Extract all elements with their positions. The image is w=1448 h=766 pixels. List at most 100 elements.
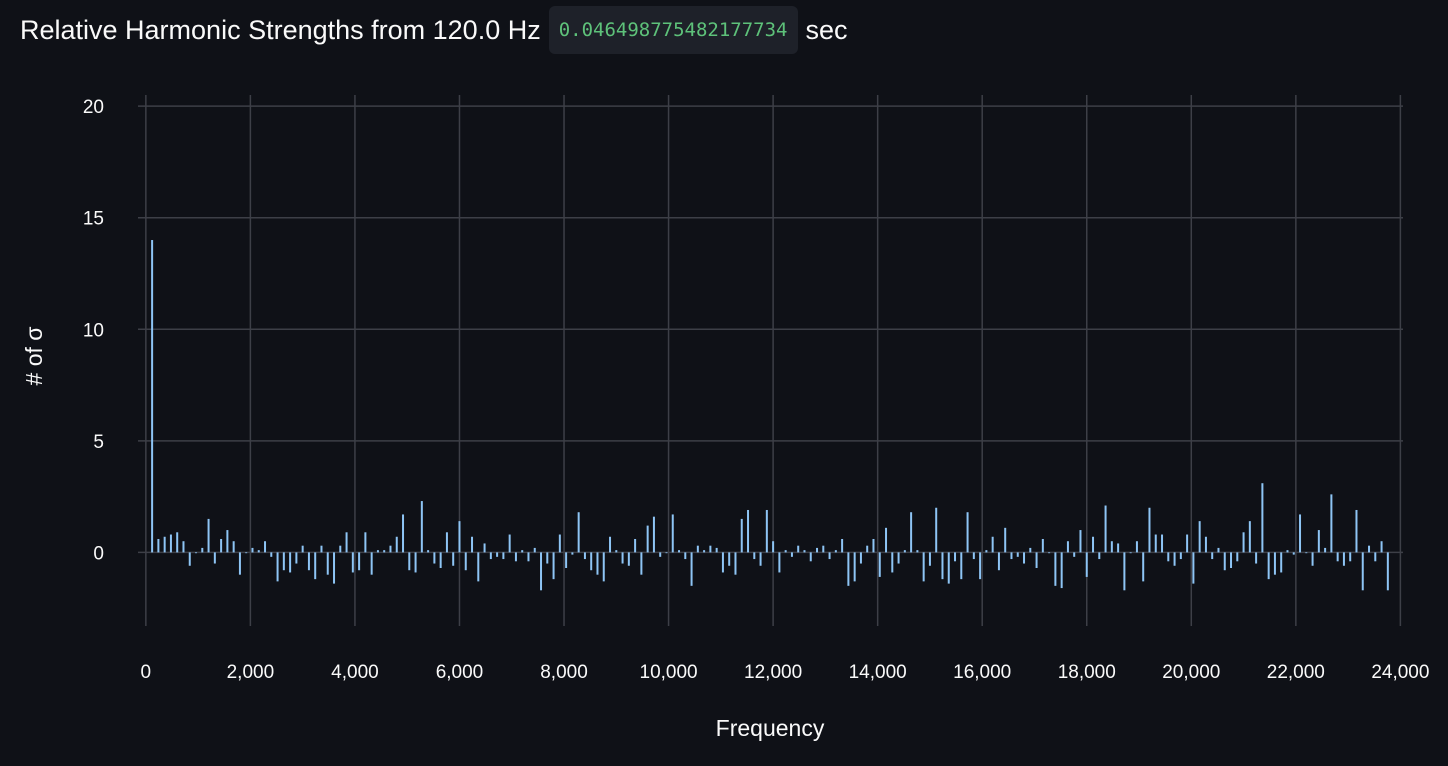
harmonic-bar [326,552,329,575]
harmonic-bar [207,518,210,553]
harmonic-bar [427,550,430,553]
harmonic-bar [514,552,517,562]
harmonic-bar [991,536,994,553]
harmonic-bar [784,550,787,553]
harmonic-bar [1192,552,1195,584]
harmonic-bar [1048,552,1051,554]
harmonic-bar [546,552,549,564]
x-axis-label: Frequency [716,715,825,741]
harmonic-bar [276,552,279,582]
harmonic-bar [1060,552,1063,589]
harmonic-bar [646,525,649,553]
harmonic-bar [903,550,906,553]
harmonic-bar [853,552,856,582]
x-tick-label: 12,000 [744,662,802,683]
harmonic-bar [1336,552,1339,562]
harmonic-bar [1292,552,1295,555]
harmonic-bar [320,545,323,553]
harmonic-bar [383,550,386,553]
x-tick-label: 2,000 [227,662,275,683]
harmonic-bar [1349,552,1352,562]
harmonic-bar [997,552,1000,571]
y-tick-label: 15 [83,209,104,230]
harmonic-bar [621,552,624,564]
harmonic-bar [1148,507,1151,553]
harmonic-bar [609,536,612,553]
harmonic-bar [690,552,693,586]
harmonic-bar [652,516,655,553]
harmonic-bar [954,552,957,562]
harmonic-bar [790,552,793,557]
harmonic-bar [640,552,643,575]
x-tick-label: 16,000 [953,662,1011,683]
harmonic-bar [270,552,273,557]
harmonic-bar [1161,534,1164,553]
y-tick-labels: 0 5 10 15 20 [83,97,104,564]
y-tick-label: 20 [83,97,104,118]
harmonic-bar [1110,541,1113,553]
x-tick-label: 6,000 [436,662,484,683]
harmonic-bar [834,550,837,553]
harmonic-bar [866,545,869,553]
harmonic-bar [753,552,756,560]
harmonic-bar [872,538,875,553]
harmonic-bar [376,550,379,553]
harmonic-bar [1179,552,1182,560]
harmonic-bar [910,512,913,553]
harmonic-bar [245,552,248,554]
harmonic-bar [960,552,963,580]
harmonic-bar [558,534,561,553]
harmonic-bar [1167,552,1170,562]
y-tick-label: 10 [83,320,104,341]
harmonic-bar [414,552,417,573]
harmonic-bar [740,518,743,553]
x-tick-label: 8,000 [540,662,588,683]
harmonic-bar [922,552,925,582]
harmonic-bar-chart: 0 5 10 15 20 0 2,000 4,000 6,000 8,000 10,000 12,0… [21,95,1429,741]
harmonic-bar [483,543,486,553]
harmonic-bar [1198,521,1201,553]
harmonic-bar [878,552,881,577]
harmonic-bar [1305,552,1308,554]
harmonic-bar [1355,509,1358,553]
harmonic-bar [1342,552,1345,566]
harmonic-bar [1029,547,1032,553]
harmonic-bar [1380,541,1383,553]
harmonic-bar [1085,552,1088,577]
harmonic-bar [916,550,919,553]
harmonic-bar [734,552,737,575]
harmonic-bar [552,552,555,580]
harmonic-bar [1079,530,1082,553]
harmonic-bar [671,514,674,553]
harmonic-bar [1280,552,1283,573]
harmonic-bar [1330,494,1333,553]
harmonic-bar [458,521,461,553]
harmonic-bar [1223,552,1226,571]
harmonic-bar [439,552,442,568]
harmonic-bar [797,545,800,553]
harmonic-bar [947,552,950,584]
harmonic-bar [1317,530,1320,553]
harmonic-bar [1255,552,1258,564]
harmonic-bar [721,552,724,573]
harmonic-bar [1023,552,1026,564]
harmonic-bar [1374,552,1377,562]
harmonic-bar [533,547,536,553]
harmonic-bar [1324,547,1327,553]
harmonic-bar [489,552,492,560]
harmonic-bar [935,507,938,553]
y-axis-label: # of σ [21,327,47,386]
harmonic-bar [151,240,154,553]
harmonic-bar [715,547,718,553]
harmonic-bar [684,552,687,560]
harmonic-bar [1204,536,1207,553]
harmonic-bar [1104,505,1107,553]
harmonic-bar [828,552,831,560]
harmonic-bar [1004,527,1007,553]
harmonic-bar [1123,552,1126,591]
harmonic-bar [433,552,436,564]
harmonic-bar [395,536,398,553]
harmonic-bar [665,552,668,554]
harmonic-bar [1135,541,1138,553]
harmonic-bar [251,547,254,553]
